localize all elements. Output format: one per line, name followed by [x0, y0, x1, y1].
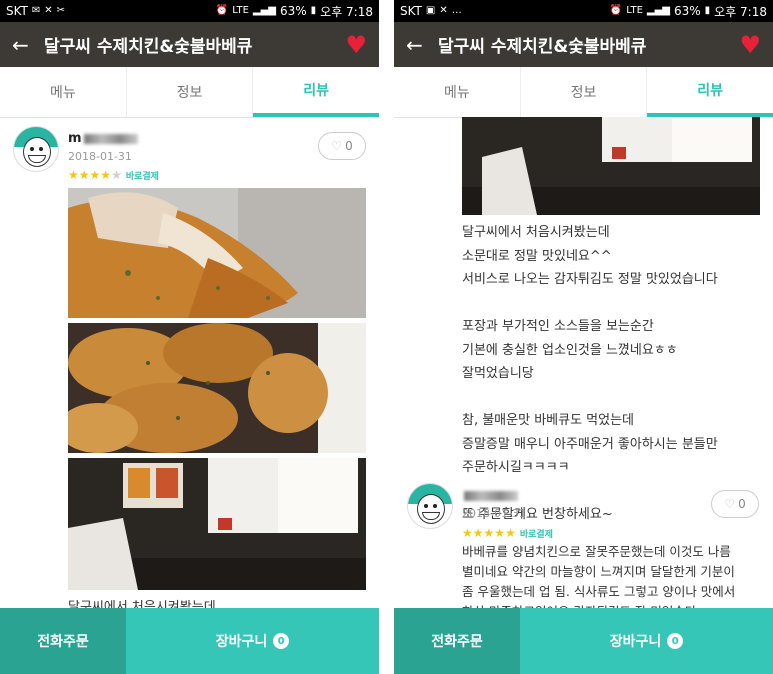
- heart-outline-icon: ♡: [724, 497, 736, 511]
- star-empty-icon: ★: [111, 168, 122, 182]
- status-bar: SKT ▣ ✕ … ⏰ LTE ▂▄▆ 63% ▮ 오후 7:18: [394, 0, 773, 22]
- more-notifications-icon: …: [451, 5, 462, 16]
- cart-button[interactable]: 장바구니 0: [520, 608, 773, 674]
- bottom-action-bar: 전화주문 장바구니 0: [394, 608, 773, 674]
- review-date: 2018-01-31: [68, 150, 132, 163]
- review-photo[interactable]: [68, 188, 366, 318]
- review-photo[interactable]: [68, 458, 366, 590]
- cart-label: 장바구니: [215, 634, 268, 650]
- page-title: 달구씨 수제치킨&숯불바베큐: [44, 37, 253, 57]
- blurred-username: [83, 133, 138, 144]
- mute-icon: ✕: [439, 5, 448, 16]
- carrier-label: SKT: [6, 4, 28, 18]
- gallery-icon: ▣: [425, 5, 436, 16]
- battery-label: 63%: [673, 4, 701, 18]
- like-count: 0: [345, 139, 353, 153]
- avatar: [407, 483, 453, 529]
- star-icon: ★: [78, 168, 90, 182]
- review-list[interactable]: 달구씨에서 처음시켜봤는데 소문대로 정말 맛있네요^^ 서비스로 나오는 감자…: [394, 117, 773, 608]
- star-icon: ★: [494, 526, 506, 540]
- clock: 오후 7:18: [320, 4, 373, 19]
- tab-bar: 메뉴 정보 리뷰: [394, 67, 773, 118]
- review-text: 달구씨에서 처음시켜봤는데 소문대로 정말 맛있네요^^ 서비스로 나오는 감자…: [462, 225, 718, 522]
- alarm-icon: ⏰: [609, 5, 623, 16]
- phone-screen-right: SKT ▣ ✕ … ⏰ LTE ▂▄▆ 63% ▮ 오후 7:18 ← 달구씨 …: [394, 0, 773, 674]
- battery-icon: ▮: [310, 5, 317, 16]
- favorite-heart-icon[interactable]: ♥: [345, 31, 367, 59]
- review-date: 2018-01-31: [462, 507, 526, 520]
- avatar: [13, 126, 59, 172]
- star-icon: ★: [462, 526, 473, 540]
- alarm-icon: ⏰: [215, 5, 229, 16]
- star-icon: ★: [483, 526, 495, 540]
- star-icon: ★: [89, 168, 101, 182]
- phone-order-button[interactable]: 전화주문: [0, 608, 126, 674]
- blurred-username: [464, 490, 518, 501]
- cart-count-badge: 0: [667, 633, 684, 649]
- signal-icon: ▂▄▆: [252, 5, 276, 16]
- review-username: m: [68, 131, 138, 146]
- tab-bar: 메뉴 정보 리뷰: [0, 67, 379, 118]
- bottom-action-bar: 전화주문 장바구니 0: [0, 608, 379, 674]
- like-button[interactable]: ♡ 0: [318, 132, 366, 160]
- wrench-icon: ✂: [56, 5, 66, 16]
- clock: 오후 7:18: [714, 4, 767, 19]
- star-icon: ★: [100, 168, 112, 182]
- star-rating: ★ ★ ★ ★ ★ 바로결제: [68, 168, 159, 182]
- review-list[interactable]: m 2018-01-31 ★ ★ ★ ★ ★ 바로결제 ♡ 0 달구씨에서 처음…: [0, 117, 379, 608]
- page-title: 달구씨 수제치킨&숯불바베큐: [438, 37, 647, 57]
- mute-icon: ✕: [44, 5, 53, 16]
- favorite-heart-icon[interactable]: ♥: [739, 31, 761, 59]
- tab-info[interactable]: 정보: [127, 67, 254, 117]
- phone-screen-left: SKT ✉ ✕ ✂ ⏰ LTE ▂▄▆ 63% ▮ 오후 7:18 ← 달구씨 …: [0, 0, 379, 674]
- status-bar: SKT ✉ ✕ ✂ ⏰ LTE ▂▄▆ 63% ▮ 오후 7:18: [0, 0, 379, 22]
- signal-icon: ▂▄▆: [646, 5, 670, 16]
- tab-reviews[interactable]: 리뷰: [647, 67, 773, 117]
- star-icon: ★: [68, 168, 79, 182]
- lte-label: LTE: [232, 5, 249, 16]
- star-icon: ★: [472, 526, 484, 540]
- cart-count-badge: 0: [273, 633, 290, 649]
- review-text-preview: 달구씨에서 처음시켜봤는데: [68, 600, 216, 608]
- review-photo[interactable]: [68, 323, 366, 453]
- carrier-label: SKT: [400, 4, 422, 18]
- app-bar: ← 달구씨 수제치킨&숯불바베큐 ♥: [0, 22, 379, 67]
- lte-label: LTE: [626, 5, 643, 16]
- battery-label: 63%: [279, 4, 307, 18]
- review-username: [462, 488, 518, 503]
- app-bar: ← 달구씨 수제치킨&숯불바베큐 ♥: [394, 22, 773, 67]
- tab-menu[interactable]: 메뉴: [0, 67, 127, 117]
- star-icon: ★: [505, 526, 516, 540]
- direct-pay-badge: 바로결제: [519, 529, 553, 540]
- star-rating: ★ ★ ★ ★ ★ 바로결제: [462, 526, 553, 540]
- battery-icon: ▮: [704, 5, 711, 16]
- cart-button[interactable]: 장바구니 0: [126, 608, 379, 674]
- cart-label: 장바구니: [609, 634, 662, 650]
- tab-reviews[interactable]: 리뷰: [253, 67, 379, 117]
- like-count: 0: [738, 497, 746, 511]
- tab-menu[interactable]: 메뉴: [394, 67, 521, 117]
- direct-pay-badge: 바로결제: [125, 171, 159, 182]
- message-icon: ✉: [31, 5, 41, 16]
- phone-order-button[interactable]: 전화주문: [394, 608, 520, 674]
- back-arrow-icon[interactable]: ←: [12, 33, 44, 57]
- back-arrow-icon[interactable]: ←: [406, 33, 438, 57]
- review-photo[interactable]: [462, 117, 760, 215]
- review-text: 바베큐를 양념치킨으로 잘못주문했는데 이것도 나름 별미네요 약간의 마늘향이…: [462, 544, 736, 608]
- tab-info[interactable]: 정보: [521, 67, 648, 117]
- heart-outline-icon: ♡: [331, 139, 343, 153]
- like-button[interactable]: ♡ 0: [711, 490, 759, 518]
